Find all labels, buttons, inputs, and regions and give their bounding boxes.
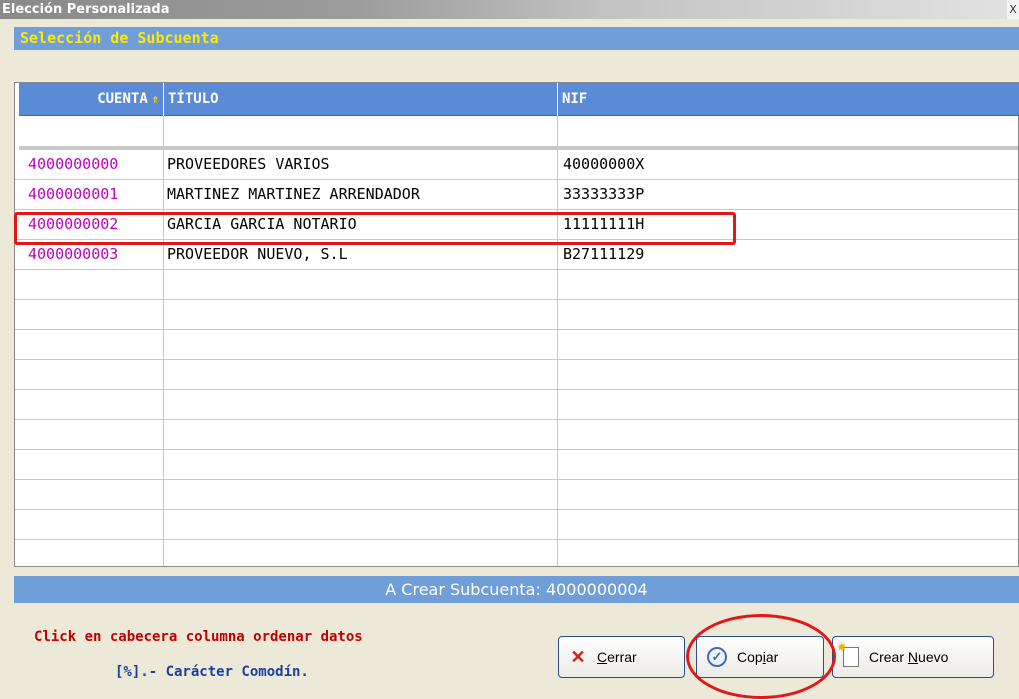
cell-nif: 11111111H xyxy=(563,215,645,233)
table-row[interactable]: 4000000000 PROVEEDORES VARIOS 40000000X xyxy=(15,150,1018,180)
window-titlebar: Elección Personalizada X xyxy=(0,0,1019,19)
empty-row xyxy=(15,480,1018,510)
window-title: Elección Personalizada xyxy=(2,2,170,17)
close-window-icon[interactable]: X xyxy=(1007,0,1019,19)
empty-cell xyxy=(19,360,164,389)
cell-titulo: GARCIA GARCIA NOTARIO xyxy=(164,210,558,239)
cell-nif: 33333333P xyxy=(563,185,645,203)
cell-nif: B27111129 xyxy=(563,245,645,263)
empty-row xyxy=(15,300,1018,330)
empty-cell xyxy=(19,330,164,359)
cerrar-label: Cerrar xyxy=(597,649,637,665)
copiar-label: Copiar xyxy=(737,649,779,665)
empty-cell xyxy=(164,330,558,359)
empty-cell xyxy=(164,540,558,566)
hint-wildcard: [%].- Carácter Comodín. xyxy=(115,664,309,680)
empty-cell xyxy=(164,360,558,389)
cell-cuenta: 4000000000 xyxy=(19,150,164,179)
empty-row xyxy=(15,540,1018,566)
cell-titulo: PROVEEDORES VARIOS xyxy=(164,150,558,179)
cell-cuenta: 4000000003 xyxy=(19,240,164,269)
empty-cell xyxy=(19,420,164,449)
empty-row xyxy=(15,360,1018,390)
table-row-selected[interactable]: 4000000002 GARCIA GARCIA NOTARIO 1111111… xyxy=(15,210,1018,240)
crear-nuevo-label: Crear Nuevo xyxy=(869,649,949,665)
empty-row xyxy=(15,420,1018,450)
empty-cell xyxy=(19,480,164,509)
empty-cell xyxy=(19,510,164,539)
empty-row xyxy=(15,450,1018,480)
empty-cell xyxy=(164,300,558,329)
filter-cuenta-input[interactable] xyxy=(19,116,164,146)
table-row[interactable]: 4000000001 MARTINEZ MARTINEZ ARRENDADOR … xyxy=(15,180,1018,210)
subcuenta-grid: CUENTA ⇑ TÍTULO NIF 4000000000 PROVEEDORE… xyxy=(14,82,1019,567)
close-x-icon: ✕ xyxy=(570,646,586,667)
empty-row xyxy=(15,390,1018,420)
status-next-subcuenta: A Crear Subcuenta: 4000000004 xyxy=(14,576,1019,603)
hint-sort: Click en cabecera columna ordenar datos xyxy=(34,629,363,645)
ascending-sort-icon: ⇑ xyxy=(151,92,159,106)
empty-cell xyxy=(19,450,164,479)
filter-nif-input[interactable] xyxy=(558,116,1018,146)
empty-cell xyxy=(164,420,558,449)
grid-body: 4000000000 PROVEEDORES VARIOS 40000000X … xyxy=(15,116,1018,566)
crear-nuevo-button[interactable]: Crear Nuevo xyxy=(832,636,994,678)
cerrar-button[interactable]: ✕ Cerrar xyxy=(558,636,685,678)
cell-titulo: MARTINEZ MARTINEZ ARRENDADOR xyxy=(164,180,558,209)
column-header-titulo[interactable]: TÍTULO xyxy=(164,83,558,116)
empty-cell xyxy=(19,540,164,566)
filter-titulo-input[interactable] xyxy=(164,116,558,146)
cell-titulo: PROVEEDOR NUEVO, S.L xyxy=(164,240,558,269)
check-circle-icon: ✓ xyxy=(707,647,727,667)
filter-row xyxy=(15,116,1018,146)
empty-cell xyxy=(19,270,164,299)
column-header-nif[interactable]: NIF xyxy=(558,83,1019,116)
empty-cell xyxy=(164,450,558,479)
cell-cuenta: 4000000002 xyxy=(19,210,164,239)
grid-header: CUENTA ⇑ TÍTULO NIF xyxy=(19,83,1019,116)
section-title: Selección de Subcuenta xyxy=(14,27,1019,50)
empty-row xyxy=(15,330,1018,360)
column-header-cuenta-label: CUENTA xyxy=(97,91,148,107)
copiar-button[interactable]: ✓ Copiar xyxy=(696,636,824,678)
column-header-cuenta[interactable]: CUENTA ⇑ xyxy=(19,83,164,116)
empty-cell xyxy=(164,510,558,539)
table-row[interactable]: 4000000003 PROVEEDOR NUEVO, S.L B2711112… xyxy=(15,240,1018,270)
empty-cell xyxy=(164,270,558,299)
empty-row xyxy=(15,270,1018,300)
empty-cell xyxy=(164,480,558,509)
cell-cuenta: 4000000001 xyxy=(19,180,164,209)
new-document-icon xyxy=(836,639,859,667)
empty-cell xyxy=(19,300,164,329)
empty-cell xyxy=(164,390,558,419)
empty-cell xyxy=(19,390,164,419)
empty-row xyxy=(15,510,1018,540)
cell-nif: 40000000X xyxy=(563,155,645,173)
